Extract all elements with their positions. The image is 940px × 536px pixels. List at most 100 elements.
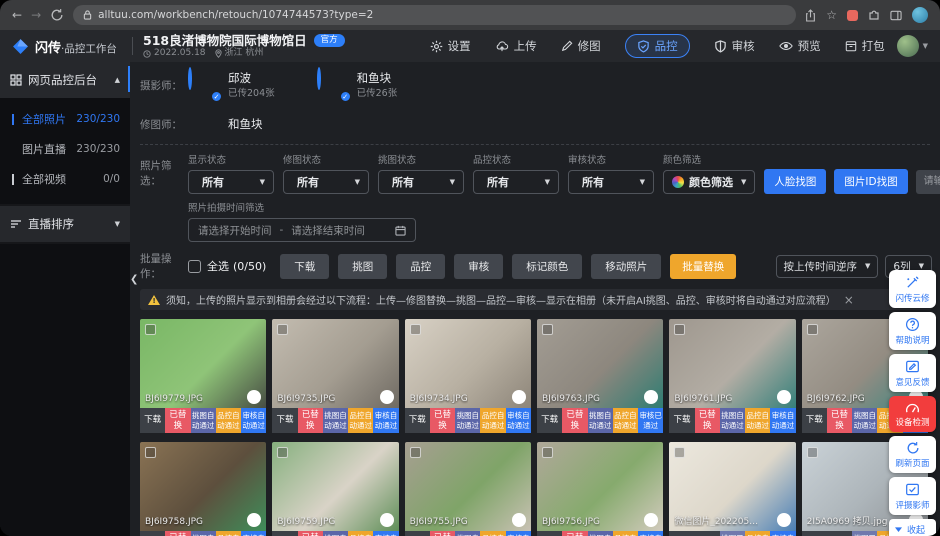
photo-select-circle[interactable] xyxy=(380,513,394,527)
photo-thumbnail[interactable]: BJ6I9755.JPG xyxy=(405,442,531,531)
float-menu-item[interactable]: 意见反馈 xyxy=(889,354,936,392)
forward-icon[interactable]: → xyxy=(31,8,41,22)
photo-status-button[interactable]: 已替换 xyxy=(827,408,852,433)
photo-checkbox[interactable] xyxy=(410,447,421,458)
extension-icon[interactable] xyxy=(847,10,858,21)
filter-dropdown[interactable]: 所有 ▼ xyxy=(188,170,274,194)
filter-dropdown[interactable]: 所有 ▼ xyxy=(568,170,654,194)
photographer-chip[interactable]: ✓ 和鱼块 已传26张 xyxy=(317,69,398,101)
photo-status-button[interactable]: 已替换 xyxy=(562,531,587,536)
photo-status-button[interactable]: 审核自动通过 xyxy=(373,531,398,536)
photo-status-button[interactable]: 挑图已通过 xyxy=(852,531,877,536)
photo-status-button[interactable]: 品控自动通过 xyxy=(480,531,505,536)
photo-status-button[interactable]: 品控自动通过 xyxy=(216,408,241,433)
filter-dropdown[interactable]: 颜色筛选 ▼ xyxy=(663,170,755,194)
photo-status-button[interactable]: 下载 xyxy=(537,408,562,433)
photo-checkbox[interactable] xyxy=(674,447,685,458)
url-bar[interactable]: alltuu.com/workbench/retouch/1074744573?… xyxy=(73,5,796,25)
nav-item[interactable]: 设置 xyxy=(430,38,471,54)
photo-select-circle[interactable] xyxy=(512,390,526,404)
photo-status-button[interactable]: 品控自动通过 xyxy=(613,408,638,433)
photo-status-button[interactable]: 审核自动通过 xyxy=(770,408,795,433)
photo-status-button[interactable]: 挑图自动通过 xyxy=(455,408,480,433)
extensions-puzzle-icon[interactable] xyxy=(868,9,880,21)
side-panel-icon[interactable] xyxy=(890,10,902,21)
photo-select-circle[interactable] xyxy=(644,390,658,404)
photo-status-button[interactable]: 挑图自动通过 xyxy=(720,408,745,433)
photo-select-circle[interactable] xyxy=(777,513,791,527)
photo-status-button[interactable]: 挑图已通过 xyxy=(720,531,745,536)
browser-profile-avatar[interactable] xyxy=(912,7,928,23)
photo-status-button[interactable]: 审核自动通过 xyxy=(506,408,531,433)
photo-status-button[interactable]: 挑图自动通过 xyxy=(323,531,348,536)
photo-status-button[interactable]: 下载 xyxy=(802,408,827,433)
float-menu-item[interactable]: 帮助说明 xyxy=(889,312,936,350)
photo-select-circle[interactable] xyxy=(247,513,261,527)
sidebar-item[interactable]: 全部照片 230/230 xyxy=(0,104,130,134)
photo-status-button[interactable]: 审核自动通过 xyxy=(506,531,531,536)
float-menu-item[interactable]: 评摄影师 xyxy=(889,477,936,515)
sidebar-group-backend[interactable]: 网页品控后台 ▲ xyxy=(0,62,130,98)
photo-status-button[interactable]: 审核自动通过 xyxy=(373,408,398,433)
photo-status-button[interactable]: 审核自动通过 xyxy=(638,531,663,536)
photo-status-button[interactable]: 品控自动通过 xyxy=(480,408,505,433)
nav-item[interactable]: 预览 xyxy=(779,38,821,54)
batch-action-button[interactable]: 审核 xyxy=(454,254,503,279)
photo-thumbnail[interactable]: BJ6I9756.JPG xyxy=(537,442,663,531)
photo-status-button[interactable]: 品控自动通过 xyxy=(348,531,373,536)
photo-status-button[interactable]: 已替换 xyxy=(165,531,190,536)
photo-status-button[interactable]: 下载 xyxy=(140,531,165,536)
photo-status-button[interactable]: 审核自动通过 xyxy=(241,531,266,536)
photo-checkbox[interactable] xyxy=(277,324,288,335)
photo-thumbnail[interactable]: BJ6I9734.JPG xyxy=(405,319,531,408)
photo-status-button[interactable]: 品控自动通过 xyxy=(216,531,241,536)
photo-thumbnail[interactable]: BJ6I9763.JPG xyxy=(537,319,663,408)
sidebar-item[interactable]: 全部视频 0/0 xyxy=(0,164,130,194)
sort-order-dropdown[interactable]: 按上传时间逆序 ▼ xyxy=(776,255,879,278)
photo-status-button[interactable]: 下载 xyxy=(802,531,827,536)
photo-checkbox[interactable] xyxy=(807,447,818,458)
photo-status-button[interactable]: 挑图自动通过 xyxy=(191,531,216,536)
photo-status-button[interactable]: 挑图自动通过 xyxy=(455,531,480,536)
photographer-chip[interactable]: ✓ 邱波 已传204张 xyxy=(188,69,275,101)
date-range-input[interactable]: 请选择开始时间 - 请选择结束时间 xyxy=(188,218,416,242)
photo-status-button[interactable]: 已替换 xyxy=(430,531,455,536)
photo-status-button[interactable]: 下载 xyxy=(405,408,430,433)
photo-thumbnail[interactable]: BJ6I9761.JPG xyxy=(669,319,795,408)
photo-status-button[interactable]: 下载 xyxy=(140,408,165,433)
photo-status-button[interactable]: 已替换 xyxy=(430,408,455,433)
photo-checkbox[interactable] xyxy=(145,324,156,335)
app-logo[interactable]: 闪传·品控工作台 xyxy=(12,37,130,56)
reload-icon[interactable] xyxy=(50,8,64,22)
photo-thumbnail[interactable]: BJ6I9758.JPG xyxy=(140,442,266,531)
photo-checkbox[interactable] xyxy=(277,447,288,458)
nav-item[interactable]: 修图 xyxy=(561,38,601,54)
photo-status-button[interactable]: 已替换 xyxy=(298,408,323,433)
nav-item[interactable]: 品控 xyxy=(625,34,690,58)
photo-checkbox[interactable] xyxy=(542,447,553,458)
notice-close-icon[interactable]: × xyxy=(844,293,854,307)
photo-status-button[interactable]: 品控自动通过 xyxy=(745,531,770,536)
photo-status-button[interactable]: 挑图自动通过 xyxy=(852,408,877,433)
photo-status-button[interactable]: 审核已通过 xyxy=(638,408,663,433)
photo-checkbox[interactable] xyxy=(145,447,156,458)
photo-status-button[interactable]: 下载 xyxy=(272,408,297,433)
photo-status-button[interactable]: 挑图自动通过 xyxy=(323,408,348,433)
photo-status-button[interactable]: 挑图自动通过 xyxy=(588,408,613,433)
photo-status-button[interactable]: 已替换 xyxy=(298,531,323,536)
photo-status-button[interactable]: 挑图自动通过 xyxy=(588,531,613,536)
face-search-button[interactable]: 人脸找图 xyxy=(764,169,826,194)
photo-select-circle[interactable] xyxy=(512,513,526,527)
photo-status-button[interactable]: 下载 xyxy=(669,408,694,433)
photo-status-button[interactable]: 下载 xyxy=(272,531,297,536)
photo-thumbnail[interactable]: 微信图片_202205… xyxy=(669,442,795,531)
filter-dropdown[interactable]: 所有 ▼ xyxy=(378,170,464,194)
photo-status-button[interactable]: 替换 xyxy=(695,531,720,536)
sidebar-group-sort[interactable]: 直播排序 ▼ xyxy=(0,206,130,242)
photo-select-circle[interactable] xyxy=(777,390,791,404)
photo-status-button[interactable]: 审核自动通过 xyxy=(770,531,795,536)
photo-thumbnail[interactable]: BJ6I9735.JPG xyxy=(272,319,398,408)
nav-item[interactable]: 上传 xyxy=(495,38,537,54)
photo-select-circle[interactable] xyxy=(380,390,394,404)
panel-collapse-handle[interactable]: ❮ xyxy=(130,274,138,285)
